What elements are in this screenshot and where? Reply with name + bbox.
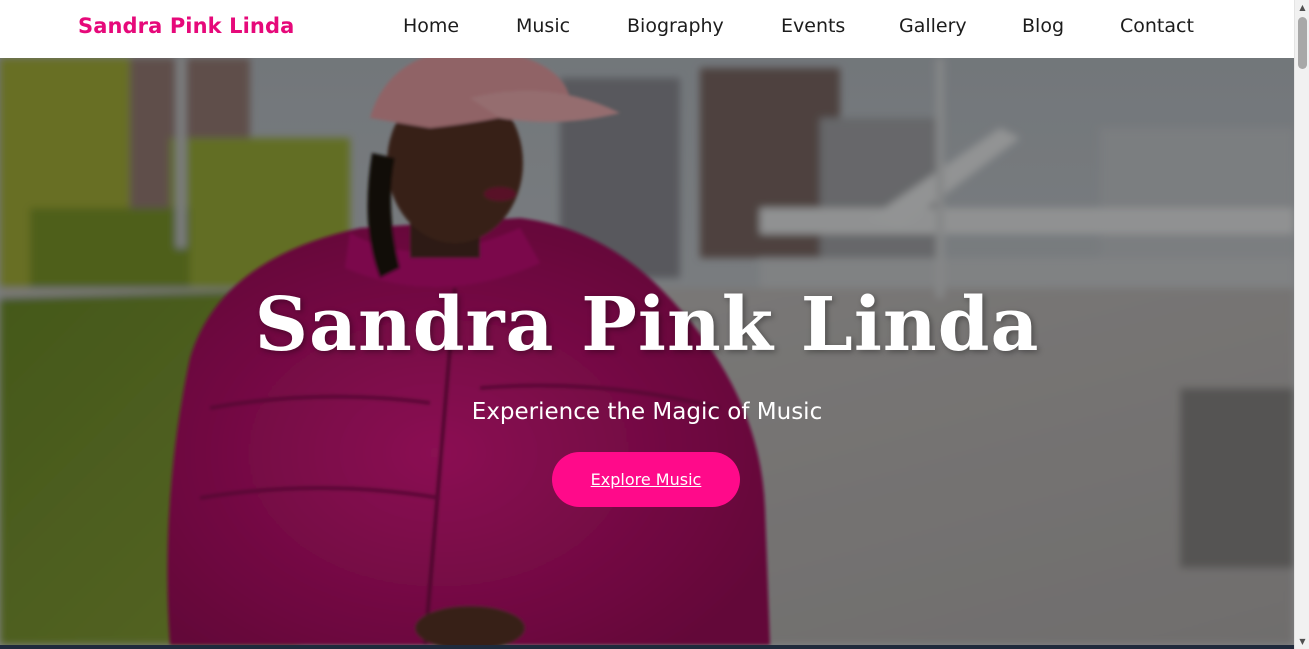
site-logo[interactable]: Sandra Pink Linda [78, 14, 294, 38]
scrollbar-thumb[interactable] [1298, 17, 1307, 69]
site-header: Sandra Pink Linda Home Music Biography E… [0, 0, 1294, 58]
nav-biography[interactable]: Biography [627, 15, 724, 37]
page-scrollbar[interactable]: ▲ ▼ [1294, 0, 1309, 649]
triangle-down-icon[interactable]: ▼ [1295, 634, 1309, 649]
hero-subtitle: Experience the Magic of Music [471, 399, 823, 425]
explore-music-button[interactable]: Explore Music [552, 452, 740, 507]
next-section-edge [0, 645, 1294, 649]
hero-title: Sandra Pink Linda [254, 282, 1040, 368]
nav-home[interactable]: Home [403, 15, 459, 37]
hero-section: Sandra Pink Linda Experience the Magic o… [0, 58, 1294, 645]
nav-contact[interactable]: Contact [1120, 15, 1194, 37]
nav-music[interactable]: Music [516, 15, 570, 37]
nav-events[interactable]: Events [781, 15, 845, 37]
nav-gallery[interactable]: Gallery [899, 15, 967, 37]
nav-blog[interactable]: Blog [1022, 15, 1064, 37]
triangle-up-icon[interactable]: ▲ [1295, 0, 1309, 15]
